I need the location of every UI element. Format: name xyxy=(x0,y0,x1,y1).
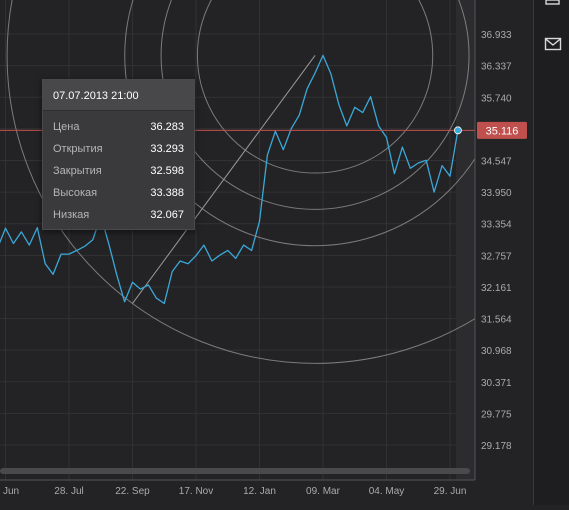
y-tick-label: 32.161 xyxy=(481,283,512,294)
tooltip-label: Закрытия xyxy=(53,165,102,177)
y-tick-label: 32.757 xyxy=(481,251,512,262)
chart-canvas[interactable]: 2. Jun 28. Jul 22. Sep 17. Nov 12. Jan 09. Ma… xyxy=(0,0,569,505)
tooltip-value: 36.283 xyxy=(150,121,184,133)
tooltip-label: Низкая xyxy=(53,209,90,221)
document-icon[interactable] xyxy=(544,0,562,6)
y-tick-label: 33.950 xyxy=(481,188,512,199)
hover-column xyxy=(455,0,475,480)
current-price-dot xyxy=(454,126,462,135)
tooltip-row-open: Открытия 33.293 xyxy=(43,138,194,160)
tooltip-row-high: Высокая 33.388 xyxy=(43,182,194,204)
tooltip-value: 32.067 xyxy=(150,209,184,221)
current-price-label: 35.116 xyxy=(486,125,519,137)
y-tick-label: 36.933 xyxy=(481,30,512,41)
price-tooltip: 07.07.2013 21:00 Цена 36.283 Открытия 33… xyxy=(42,79,195,230)
x-tick-label: 17. Nov xyxy=(179,486,213,497)
x-tick-label: 12. Jan xyxy=(243,486,276,497)
y-tick-label: 30.968 xyxy=(481,346,512,357)
x-tick-label: 04. May xyxy=(369,486,405,497)
x-tick-label: 29. Jun xyxy=(434,486,467,497)
horizontal-scrollbar[interactable] xyxy=(0,468,470,474)
x-tick-label: 28. Jul xyxy=(54,486,83,497)
y-tick-label: 30.371 xyxy=(481,378,512,389)
tooltip-value: 33.388 xyxy=(150,187,184,199)
y-tick-label: 29.775 xyxy=(481,409,512,420)
tooltip-value: 32.598 xyxy=(150,165,184,177)
y-tick-label: 33.354 xyxy=(481,220,512,231)
y-tick-label: 34.547 xyxy=(481,156,512,167)
hover-column-fill xyxy=(455,0,475,480)
y-tick-label: 29.178 xyxy=(481,441,512,452)
tooltip-row-price: Цена 36.283 xyxy=(43,116,194,138)
x-tick-label: 09. Mar xyxy=(306,486,341,497)
tooltip-label: Цена xyxy=(53,121,80,133)
mail-icon[interactable] xyxy=(544,37,562,51)
y-tick-label: 31.564 xyxy=(481,315,512,326)
tooltip-row-close: Закрытия 32.598 xyxy=(43,160,194,182)
y-tick-label: 35.740 xyxy=(481,93,512,104)
tooltip-date: 07.07.2013 21:00 xyxy=(43,80,194,111)
right-toolbar xyxy=(533,0,569,505)
tooltip-label: Высокая xyxy=(53,187,98,199)
y-tick-label: 36.337 xyxy=(481,62,512,73)
tooltip-label: Открытия xyxy=(53,143,103,155)
tooltip-value: 33.293 xyxy=(150,143,184,155)
scrollbar-thumb xyxy=(0,468,470,474)
price-chart[interactable]: 2. Jun 28. Jul 22. Sep 17. Nov 12. Jan 09. Ma… xyxy=(0,0,569,505)
x-tick-label: 22. Sep xyxy=(115,486,150,497)
tooltip-row-low: Низкая 32.067 xyxy=(43,204,194,226)
x-tick-label: 2. Jun xyxy=(0,486,19,497)
